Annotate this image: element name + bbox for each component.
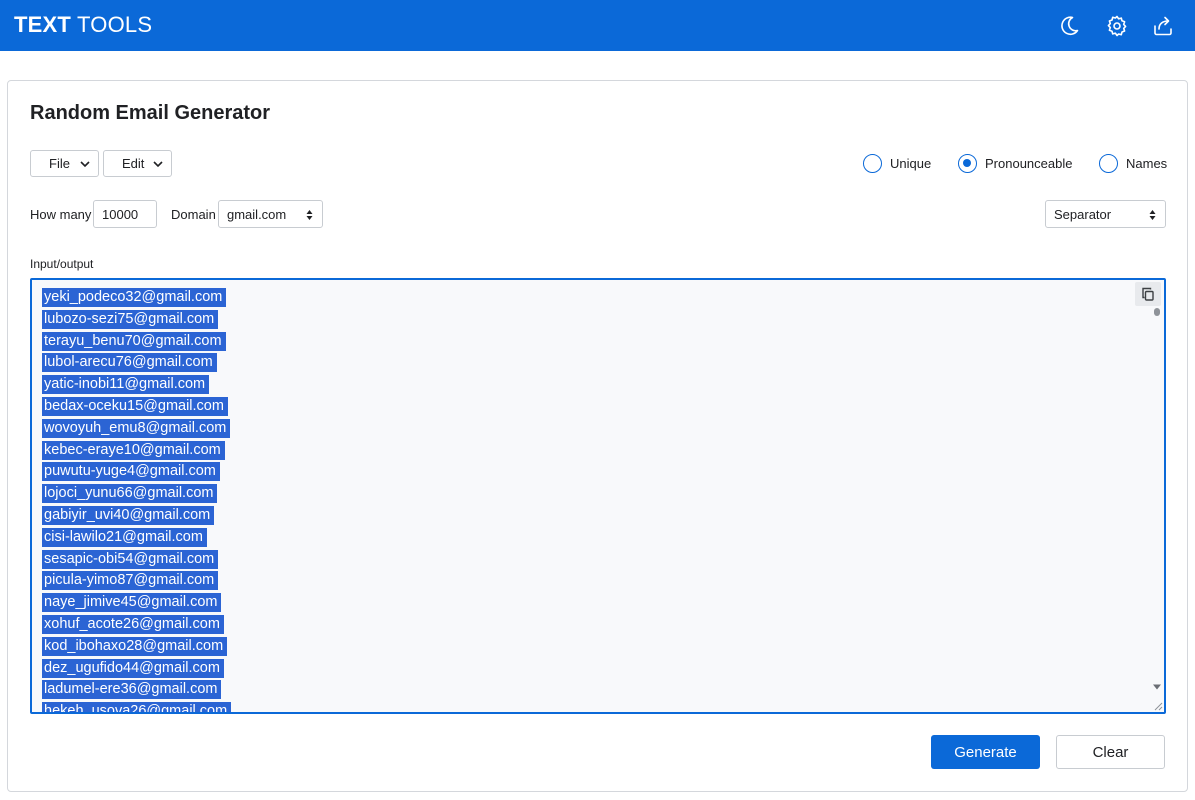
brand-light-text: TOOLS xyxy=(77,12,153,37)
list-item: naye_jimive45@gmail.com xyxy=(42,592,231,614)
brand-bold-text: TEXT xyxy=(14,12,72,37)
chevron-down-icon xyxy=(153,161,163,168)
domain-select[interactable]: gmail.com xyxy=(218,200,323,228)
list-item: wovoyuh_emu8@gmail.com xyxy=(42,418,231,440)
sort-arrows-icon xyxy=(1149,210,1156,220)
resize-handle-icon[interactable] xyxy=(1153,701,1163,711)
how-many-input[interactable] xyxy=(93,200,157,228)
list-item: gabiyir_uvi40@gmail.com xyxy=(42,505,231,527)
list-item: kod_ibohaxo28@gmail.com xyxy=(42,636,231,658)
list-item: dez_ugufido44@gmail.com xyxy=(42,658,231,680)
gear-icon[interactable] xyxy=(1105,14,1129,38)
clear-button[interactable]: Clear xyxy=(1056,735,1165,769)
separator-select-value: Separator xyxy=(1054,206,1112,222)
radio-unique-dot[interactable] xyxy=(863,154,882,173)
list-item: hekeh_usova26@gmail.com xyxy=(42,701,232,712)
domain-label: Domain xyxy=(171,207,216,222)
radio-names-dot[interactable] xyxy=(1099,154,1118,173)
moon-icon[interactable] xyxy=(1057,14,1081,38)
list-item: bedax-oceku15@gmail.com xyxy=(42,396,231,418)
io-textarea[interactable]: yeki_podeco32@gmail.com lubozo-sezi75@gm… xyxy=(30,278,1166,714)
list-item: lubozo-sezi75@gmail.com xyxy=(42,309,231,331)
io-lines: yeki_podeco32@gmail.com lubozo-sezi75@gm… xyxy=(42,287,232,712)
list-item: yeki_podeco32@gmail.com xyxy=(42,287,231,309)
generate-button[interactable]: Generate xyxy=(931,735,1040,769)
list-item: lubol-arecu76@gmail.com xyxy=(42,352,231,374)
domain-select-value: gmail.com xyxy=(227,206,287,222)
list-item: yatic-inobi11@gmail.com xyxy=(42,374,231,396)
list-item: puwutu-yuge4@gmail.com xyxy=(42,461,231,483)
top-bar: TEXT TOOLS xyxy=(0,0,1195,51)
radio-names-label: Names xyxy=(1126,156,1168,171)
radio-unique[interactable]: Unique xyxy=(863,154,931,173)
edit-menu-button[interactable]: Edit xyxy=(103,150,172,177)
list-item: picula-yimo87@gmail.com xyxy=(42,570,231,592)
scroll-down-arrow-icon[interactable] xyxy=(1152,683,1162,691)
io-label: Input/output xyxy=(30,257,94,271)
edit-menu-label: Edit xyxy=(122,156,145,171)
radio-pronounceable[interactable]: Pronounceable xyxy=(958,154,1072,173)
file-menu-button[interactable]: File xyxy=(30,150,99,177)
scrollbar-thumb[interactable] xyxy=(1154,308,1160,316)
page-title: Random Email Generator xyxy=(30,102,271,124)
radio-pronounceable-label: Pronounceable xyxy=(985,156,1073,171)
list-item: terayu_benu70@gmail.com xyxy=(42,331,231,353)
radio-unique-label: Unique xyxy=(890,156,932,171)
separator-select[interactable]: Separator xyxy=(1045,200,1166,228)
file-menu-label: File xyxy=(49,156,70,171)
list-item: kebec-eraye10@gmail.com xyxy=(42,440,231,462)
list-item: lojoci_yunu66@gmail.com xyxy=(42,483,231,505)
brand-logo[interactable]: TEXT TOOLS xyxy=(14,12,152,38)
share-icon[interactable] xyxy=(1151,14,1175,38)
list-item: ladumel-ere36@gmail.com xyxy=(42,679,231,701)
how-many-label: How many xyxy=(30,207,92,222)
sort-arrows-icon xyxy=(306,210,313,220)
list-item: cisi-lawilo21@gmail.com xyxy=(42,527,231,549)
main-card: Random Email Generator File Edit Unique … xyxy=(7,80,1188,792)
list-item: xohuf_acote26@gmail.com xyxy=(42,614,231,636)
radio-pronounceable-dot[interactable] xyxy=(958,154,977,173)
copy-button[interactable] xyxy=(1135,282,1161,306)
list-item: sesapic-obi54@gmail.com xyxy=(42,549,231,571)
chevron-down-icon xyxy=(80,161,90,168)
copy-icon xyxy=(1142,287,1154,301)
radio-names[interactable]: Names xyxy=(1099,154,1167,173)
